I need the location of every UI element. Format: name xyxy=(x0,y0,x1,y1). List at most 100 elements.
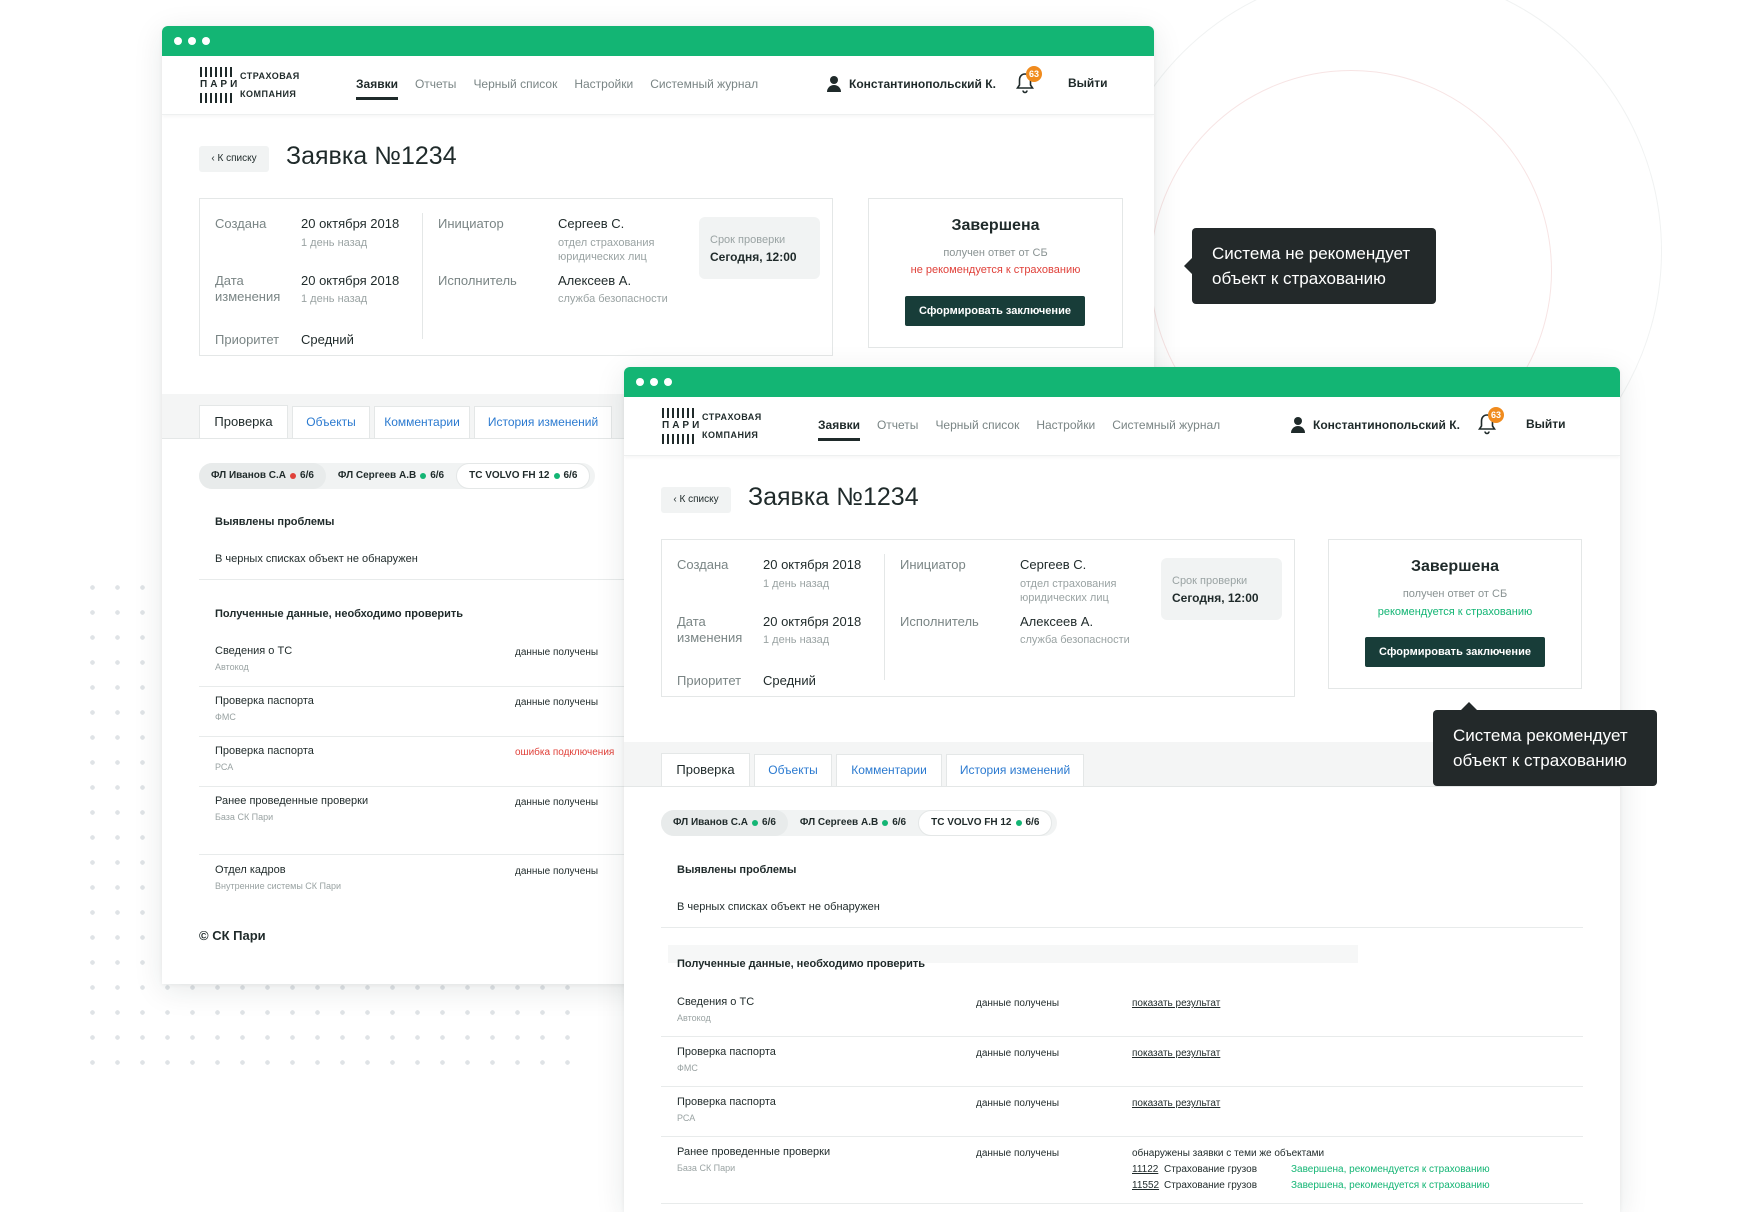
tab-history[interactable]: История изменений xyxy=(946,754,1084,786)
show-result-link[interactable]: показать результат xyxy=(1132,998,1220,1009)
window-recommended: ПАРИ СТРАХОВАЯ КОМПАНИЯ Заявки Отчеты Че… xyxy=(624,367,1620,1212)
company-logo[interactable]: ПАРИ СТРАХОВАЯ КОМПАНИЯ xyxy=(662,408,762,444)
back-to-list-button[interactable]: ‹ К списку xyxy=(199,146,269,172)
status-subtitle: получен ответ от СБ xyxy=(1402,588,1508,600)
show-result-link[interactable]: показать результат xyxy=(1132,1098,1220,1109)
chip-object[interactable]: ТС VOLVO FH 12 6/6 xyxy=(918,810,1053,836)
logo-bars-icon xyxy=(662,408,696,418)
status-dot-icon xyxy=(752,820,759,826)
divider xyxy=(661,1203,1583,1204)
page-title: Заявка №1234 xyxy=(286,142,457,170)
related-request-number[interactable]: 11552 xyxy=(1132,1180,1159,1191)
chip-object[interactable]: ФЛ Сергеев А.В 6/6 xyxy=(326,463,456,489)
row-title: Проверка паспорта xyxy=(215,745,314,757)
logout-button[interactable]: Выйти xyxy=(1068,76,1108,90)
user-profile[interactable]: Константинопольский К. xyxy=(1290,417,1460,433)
chip-object[interactable]: ТС VOLVO FH 12 6/6 xyxy=(456,463,591,489)
changed-ago: 1 день назад xyxy=(763,634,830,646)
tab-comments[interactable]: Комментарии xyxy=(374,406,470,438)
status-dot-icon xyxy=(882,820,889,826)
initiator-name: Сергеев С. xyxy=(558,216,625,231)
tooltip-arrow xyxy=(1461,702,1477,710)
problems-text: В черных списках объект не обнаружен xyxy=(215,553,418,565)
request-info-card: Создана 20 октября 2018 1 день назад Дат… xyxy=(199,198,833,356)
tab-objects[interactable]: Объекты xyxy=(754,754,832,786)
divider xyxy=(199,854,659,855)
row-title: Ранее проведенные проверки xyxy=(215,795,369,807)
status-dot-icon xyxy=(420,473,427,479)
chip-label: ФЛ Сергеев А.В xyxy=(799,817,879,828)
row-title: Проверка паспорта xyxy=(677,1046,776,1058)
tab-check[interactable]: Проверка xyxy=(661,753,750,786)
menu-item-blacklist[interactable]: Черный список xyxy=(935,418,1019,441)
chip-label: ФЛ Сергеев А.В xyxy=(337,470,417,481)
chip-object[interactable]: ФЛ Иванов С.А 6/6 xyxy=(199,463,326,489)
notifications-button[interactable]: 63 xyxy=(1015,66,1042,96)
status-verdict: не рекомендуется к страхованию xyxy=(910,264,1081,276)
status-card: Завершена получен ответ от СБ рекомендуе… xyxy=(1328,539,1582,689)
status-title: Завершена xyxy=(1410,558,1499,575)
data-heading: Полученные данные, необходимо проверить xyxy=(677,958,926,970)
row-status: данные получены xyxy=(515,697,599,708)
menu-item-system-log[interactable]: Системный журнал xyxy=(1112,418,1220,441)
tooltip-text: Система не рекомендует объект к страхова… xyxy=(1212,244,1411,288)
related-request-number[interactable]: 11122 xyxy=(1132,1164,1158,1175)
tooltip-arrow xyxy=(1184,258,1192,274)
row-source: ФМС xyxy=(677,1063,698,1073)
tab-history[interactable]: История изменений xyxy=(474,406,612,438)
deadline-label: Срок проверки xyxy=(710,234,786,246)
chip-object[interactable]: ФЛ Сергеев А.В 6/6 xyxy=(788,810,918,836)
initiator-dept: отдел страхования юридических лиц xyxy=(558,237,655,263)
object-chips: ФЛ Иванов С.А 6/6 ФЛ Сергеев А.В 6/6 ТС … xyxy=(661,810,1057,836)
row-title: Сведения о ТС xyxy=(677,996,755,1008)
row-status: данные получены xyxy=(515,866,599,877)
status-dot-icon xyxy=(1015,820,1022,826)
window-dot xyxy=(202,37,210,45)
executor-name: Алексеев А. xyxy=(1020,614,1094,629)
menu-item-reports[interactable]: Отчеты xyxy=(415,77,456,100)
changed-label: Дата изменения xyxy=(215,273,281,304)
status-title: Завершена xyxy=(951,217,1040,234)
status-card: Завершена получен ответ от СБ не рекомен… xyxy=(868,198,1123,348)
divider xyxy=(661,1136,1583,1137)
row-status: данные получены xyxy=(515,797,599,808)
problems-heading: Выявлены проблемы xyxy=(677,864,797,876)
divider xyxy=(661,1036,1583,1037)
chip-label: ТС VOLVO FH 12 xyxy=(931,817,1012,828)
related-request-name: Страхование грузов xyxy=(1164,1164,1258,1175)
logout-button[interactable]: Выйти xyxy=(1526,417,1566,431)
menu-item-reports[interactable]: Отчеты xyxy=(877,418,918,441)
user-profile[interactable]: Константинопольский К. xyxy=(826,76,996,92)
top-nav: ПАРИ СТРАХОВАЯ КОМПАНИЯ Заявки Отчеты Че… xyxy=(624,397,1620,456)
show-result-link[interactable]: показать результат xyxy=(1132,1048,1220,1059)
logo-mark: ПАРИ xyxy=(200,79,241,90)
menu-item-blacklist[interactable]: Черный список xyxy=(473,77,557,100)
row-source: База СК Пари xyxy=(215,812,274,822)
company-logo[interactable]: ПАРИ СТРАХОВАЯ КОМПАНИЯ xyxy=(200,67,300,103)
changed-ago: 1 день назад xyxy=(301,293,368,305)
tab-check[interactable]: Проверка xyxy=(199,405,288,438)
tab-objects[interactable]: Объекты xyxy=(292,406,370,438)
back-to-list-button[interactable]: ‹ К списку xyxy=(661,487,731,513)
divider xyxy=(199,786,659,787)
tab-comments[interactable]: Комментарии xyxy=(836,754,942,786)
row-title: Проверка паспорта xyxy=(677,1096,776,1108)
chip-object[interactable]: ФЛ Иванов С.А 6/6 xyxy=(661,810,788,836)
menu-item-requests[interactable]: Заявки xyxy=(818,418,860,441)
generate-conclusion-button[interactable]: Сформировать заключение xyxy=(1365,637,1545,667)
generate-conclusion-button[interactable]: Сформировать заключение xyxy=(905,296,1085,326)
chip-count: 6/6 xyxy=(430,470,445,481)
priority-label: Приоритет xyxy=(215,332,280,347)
menu-item-requests[interactable]: Заявки xyxy=(356,77,398,100)
menu-item-settings[interactable]: Настройки xyxy=(574,77,633,100)
created-date: 20 октября 2018 xyxy=(301,216,400,231)
logo-mark: ПАРИ xyxy=(662,420,703,431)
divider xyxy=(884,554,885,680)
priority-value: Средний xyxy=(763,673,816,688)
menu-item-settings[interactable]: Настройки xyxy=(1036,418,1095,441)
status-dot-icon xyxy=(553,473,560,479)
logo-text: КОМПАНИЯ xyxy=(702,430,759,440)
menu-item-system-log[interactable]: Системный журнал xyxy=(650,77,758,100)
status-verdict: рекомендуется к страхованию xyxy=(1377,606,1533,618)
notifications-button[interactable]: 63 xyxy=(1477,407,1504,437)
